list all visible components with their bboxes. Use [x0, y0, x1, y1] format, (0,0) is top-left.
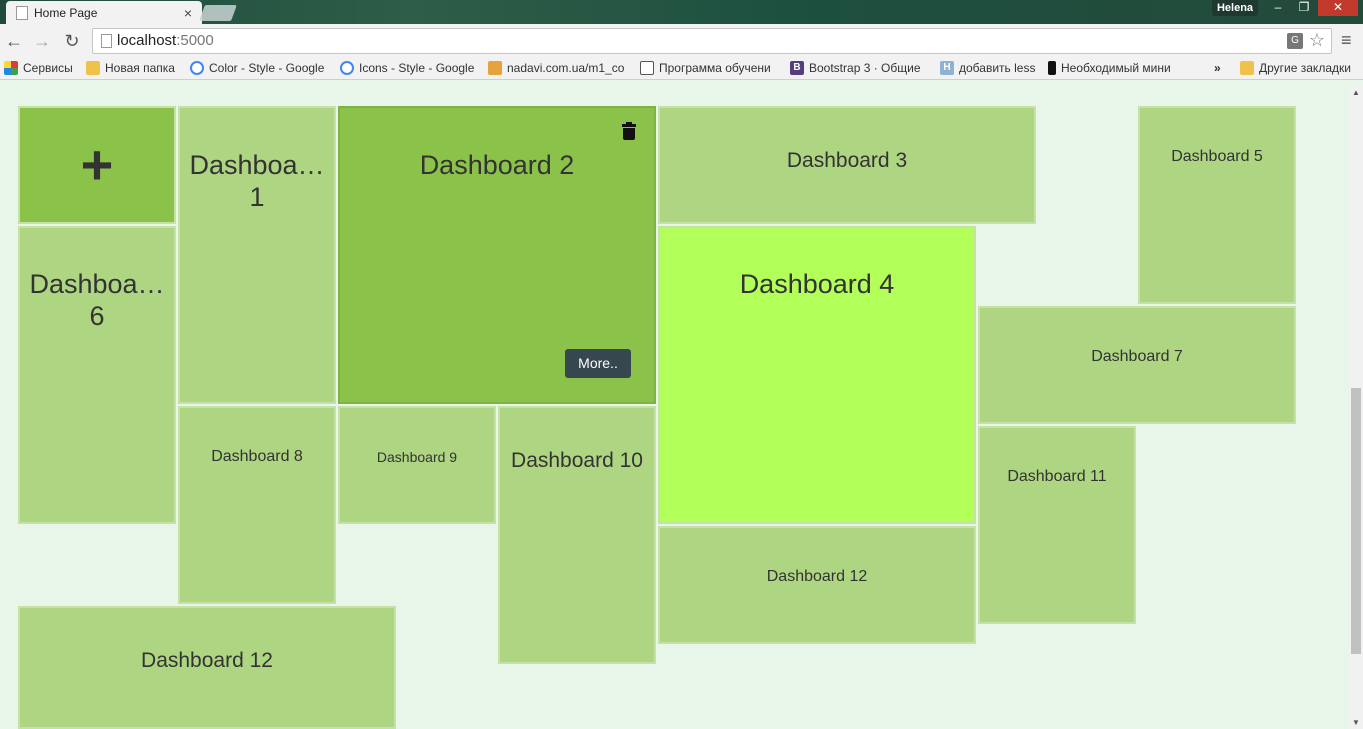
tab-close-icon[interactable]: × — [184, 5, 192, 21]
dashboard-tile-3[interactable]: Dashboard 3 — [658, 106, 1036, 224]
scroll-down-icon[interactable]: ▼ — [1352, 718, 1360, 727]
bookmark-other-folder[interactable]: Другие закладки — [1240, 61, 1360, 75]
minimize-icon[interactable]: – — [1266, 0, 1290, 16]
add-dashboard-button[interactable]: + — [18, 106, 176, 224]
forward-icon[interactable]: → — [32, 31, 52, 51]
address-bar[interactable]: localhost:5000 G ☆ — [92, 28, 1332, 54]
dashboard-tile-10[interactable]: Dashboard 10 — [498, 406, 656, 664]
scrollbar-thumb[interactable] — [1351, 388, 1361, 654]
bootstrap-icon: B — [790, 61, 804, 75]
new-tab-button[interactable] — [199, 5, 237, 21]
dashboard-tile-1[interactable]: Dashboa… 1 — [178, 106, 336, 404]
folder-icon — [86, 61, 100, 75]
bookmark-item-services[interactable]: Сервисы — [4, 61, 82, 75]
dashboard-tile-8[interactable]: Dashboard 8 — [178, 406, 336, 604]
browser-toolbar: ← → ↻ localhost:5000 G ☆ ≡ — [0, 24, 1363, 58]
browser-tab-home[interactable]: Home Page × — [6, 1, 202, 25]
bookmark-item-icons-style[interactable]: Icons - Style - Google — [340, 61, 476, 75]
bookmark-item-minimum[interactable]: Необходимый мини — [1048, 61, 1184, 75]
back-icon[interactable]: ← — [4, 31, 24, 51]
folder-icon — [1240, 61, 1254, 75]
bookmark-item-nadavi[interactable]: nadavi.com.ua/m1_co — [488, 61, 628, 75]
close-window-icon[interactable]: ✕ — [1318, 0, 1358, 16]
more-button[interactable]: More.. — [565, 349, 631, 378]
restore-icon[interactable]: ❐ — [1292, 0, 1316, 16]
trash-icon[interactable] — [622, 122, 636, 140]
bookmark-item-color-style[interactable]: Color - Style - Google — [190, 61, 328, 75]
shield-icon — [640, 61, 654, 75]
bookmark-item-program[interactable]: Программа обучени — [640, 61, 778, 75]
profile-button[interactable]: Helena — [1212, 0, 1258, 16]
bookmark-icon — [1048, 61, 1056, 75]
bookmark-star-icon[interactable]: ☆ — [1309, 30, 1325, 51]
scroll-up-icon[interactable]: ▲ — [1352, 88, 1360, 97]
bookmark-item-less[interactable]: H добавить less — [940, 61, 1038, 75]
dashboard-tile-4[interactable]: Dashboard 4 — [658, 226, 976, 524]
chrome-menu-icon[interactable]: ≡ — [1341, 30, 1355, 51]
h-icon: H — [940, 61, 954, 75]
dashboard-tile-9[interactable]: Dashboard 9 — [338, 406, 496, 524]
dashboard-tile-2[interactable]: Dashboard 2 More.. — [338, 106, 656, 404]
page-icon — [101, 34, 112, 48]
dashboard-tile-5[interactable]: Dashboard 5 — [1138, 106, 1296, 304]
dashboard-tile-7[interactable]: Dashboard 7 — [978, 306, 1296, 424]
page-favicon-icon — [16, 6, 28, 20]
window-title-bar: Home Page × Helena – ❐ ✕ — [0, 0, 1363, 25]
page-scrollbar[interactable]: ▲ ▼ — [1349, 86, 1363, 729]
dashboard-tile-11[interactable]: Dashboard 11 — [978, 426, 1136, 624]
tab-title: Home Page — [34, 6, 98, 20]
bookmarks-overflow-icon[interactable]: » — [1214, 61, 1228, 75]
bookmark-item-new-folder[interactable]: Новая папка — [86, 61, 180, 75]
dashboard-tile-6[interactable]: Dashboa… 6 — [18, 226, 176, 524]
dashboard-tile-12-wide[interactable]: Dashboard 12 — [18, 606, 396, 729]
dashboard-tile-12[interactable]: Dashboard 12 — [658, 526, 976, 644]
google-icon — [190, 61, 204, 75]
bookmark-item-bootstrap[interactable]: B Bootstrap 3 · Общие — [790, 61, 928, 75]
apps-icon — [4, 61, 18, 75]
reload-icon[interactable]: ↻ — [62, 31, 82, 51]
translate-icon[interactable]: G — [1287, 33, 1303, 49]
cart-icon — [488, 61, 502, 75]
bookmarks-bar: Сервисы Новая папка Color - Style - Goog… — [0, 58, 1363, 80]
url-text[interactable]: localhost:5000 — [117, 32, 214, 49]
google-icon — [340, 61, 354, 75]
